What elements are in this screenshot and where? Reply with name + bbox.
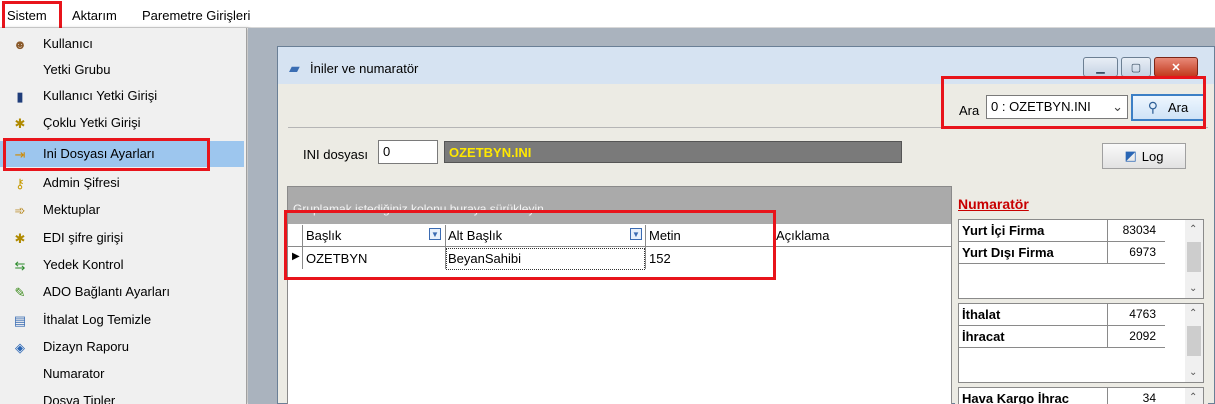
chevron-up-icon[interactable]: ⌃	[1189, 308, 1197, 319]
numerator-panel: Numaratör Yurt İçi Firma 83034 Yurt Dışı…	[955, 186, 1208, 404]
list-item[interactable]: Hava Kargo İhrac 34	[959, 388, 1186, 404]
row-pointer-icon: ▶	[292, 251, 300, 262]
search-select-value: 0 : OZETBYN.INI	[991, 99, 1091, 114]
log-clean-icon: ▤	[13, 312, 27, 328]
menu-aktarim[interactable]: Aktarım	[72, 8, 117, 23]
search-icon: ⚲	[1147, 99, 1159, 115]
numerator-list-cargo[interactable]: Hava Kargo İhrac 34 ⌃	[958, 387, 1204, 404]
scrollbar[interactable]: ⌃	[1185, 388, 1203, 404]
list-item[interactable]: Yurt İçi Firma 83034	[959, 220, 1186, 242]
close-button[interactable]: ✕	[1154, 57, 1198, 77]
column-header-metin[interactable]: Metin	[649, 228, 681, 243]
search-button-label: Ara	[1168, 100, 1189, 115]
settings-file-icon: ⇥	[14, 146, 26, 162]
cell-alt-baslik[interactable]: BeyanSahibi	[448, 251, 521, 266]
menu-item-dizayn-raporu[interactable]: ◈ Dizayn Raporu	[0, 334, 244, 360]
window-title: İniler ve numaratör	[310, 61, 419, 76]
menu-parametre-girisleri[interactable]: Paremetre Girişleri	[142, 8, 250, 23]
filter-icon[interactable]: ▼	[429, 228, 441, 240]
user-icon: ☻	[13, 36, 27, 52]
keys-icon: ✱	[14, 230, 26, 246]
ini-file-name-display: OZETBYN.INI	[444, 141, 902, 163]
log-button-label: Log	[1141, 148, 1164, 164]
menu-item-coklu-yetki-girisi[interactable]: ✱ Çoklu Yetki Girişi	[0, 110, 244, 136]
backup-icon: ⇆	[14, 257, 26, 273]
menu-item-mektuplar[interactable]: ➾ Mektuplar	[0, 197, 244, 223]
list-item[interactable]: Yurt Dışı Firma 6973	[959, 242, 1186, 264]
column-header-alt-baslik[interactable]: Alt Başlık	[448, 228, 502, 243]
key-icon: ⚷	[15, 175, 25, 191]
keys-icon: ✱	[14, 115, 26, 131]
numerator-title: Numaratör	[958, 196, 1029, 212]
chevron-up-icon[interactable]: ⌃	[1189, 224, 1197, 235]
menu-item-dosya-tipler[interactable]: Dosya Tipler	[0, 388, 244, 404]
scrollbar-thumb[interactable]	[1187, 242, 1201, 272]
menu-item-ini-dosyasi-ayarlari[interactable]: ⇥ Ini Dosyası Ayarları	[0, 141, 244, 167]
search-button[interactable]: ⚲ Ara	[1131, 94, 1205, 121]
list-item[interactable]: İhracat 2092	[959, 326, 1186, 348]
ini-file-input[interactable]: 0	[378, 140, 438, 164]
sistem-dropdown-menu: ☻ Kullanıcı Yetki Grubu ▮ Kullanıcı Yetk…	[0, 28, 247, 404]
person-icon: ▮	[16, 88, 24, 104]
column-header-baslik[interactable]: Başlık	[306, 228, 341, 243]
menu-bar: Sistem Aktarım Paremetre Girişleri	[0, 0, 1215, 28]
numerator-list-trade[interactable]: İthalat 4763 İhracat 2092 ⌃ ⌄	[958, 303, 1204, 383]
chevron-down-icon[interactable]: ⌄	[1189, 283, 1197, 294]
ini-grid: Gruplamak istediğiniz kolonu buraya sürü…	[287, 186, 952, 404]
menu-item-ithalat-log-temizle[interactable]: ▤ İthalat Log Temizle	[0, 307, 244, 333]
search-select[interactable]: 0 : OZETBYN.INI ⌄	[986, 95, 1128, 119]
log-icon: ◩	[1124, 148, 1137, 163]
menu-item-numarator[interactable]: Numarator	[0, 361, 244, 387]
log-button[interactable]: ◩ Log	[1102, 143, 1186, 169]
chevron-down-icon: ⌄	[1112, 99, 1123, 114]
connection-icon: ✎	[14, 284, 26, 300]
scrollbar-thumb[interactable]	[1187, 326, 1201, 356]
window-app-icon: ▰	[289, 60, 300, 76]
group-panel[interactable]: Gruplamak istediğiniz kolonu buraya sürü…	[288, 187, 951, 224]
chevron-down-icon[interactable]: ⌄	[1189, 367, 1197, 378]
report-icon: ◈	[15, 339, 25, 355]
menu-item-kullanici-yetki-girisi[interactable]: ▮ Kullanıcı Yetki Girişi	[0, 83, 244, 109]
cell-metin[interactable]: 152	[649, 251, 671, 266]
cell-baslik[interactable]: OZETBYN	[306, 251, 367, 266]
numerator-list-firms[interactable]: Yurt İçi Firma 83034 Yurt Dışı Firma 697…	[958, 219, 1204, 299]
menu-item-edi-sifre-girisi[interactable]: ✱ EDI şifre girişi	[0, 225, 244, 251]
menu-item-ado-baglanti-ayarlari[interactable]: ✎ ADO Bağlantı Ayarları	[0, 279, 244, 305]
list-item[interactable]: İthalat 4763	[959, 304, 1186, 326]
maximize-button[interactable]: ▢	[1121, 57, 1151, 77]
column-header-aciklama[interactable]: Açıklama	[776, 228, 829, 243]
search-label: Ara	[959, 103, 980, 118]
menu-item-kullanici[interactable]: ☻ Kullanıcı	[0, 31, 244, 57]
table-row[interactable]: ▶ OZETBYN BeyanSahibi 152	[288, 248, 951, 270]
iniler-numarator-window: ▰ İniler ve numaratör ▁ ▢ ✕ Ara 0 : OZET…	[277, 46, 1215, 404]
menu-item-yetki-grubu[interactable]: Yetki Grubu	[0, 57, 244, 83]
scrollbar[interactable]: ⌃ ⌄	[1185, 220, 1203, 298]
window-titlebar[interactable]: ▰ İniler ve numaratör ▁ ▢ ✕	[278, 47, 1214, 84]
filter-icon[interactable]: ▼	[630, 228, 642, 240]
menu-item-yedek-kontrol[interactable]: ⇆ Yedek Kontrol	[0, 252, 244, 278]
menu-sistem[interactable]: Sistem	[7, 8, 47, 23]
scrollbar[interactable]: ⌃ ⌄	[1185, 304, 1203, 382]
mail-icon: ➾	[14, 202, 26, 218]
grid-header: Başlık ▼ Alt Başlık ▼ Metin Açıklama	[288, 225, 951, 247]
toolbar-divider	[288, 127, 1208, 128]
ini-file-label: INI dosyası	[303, 147, 369, 162]
menu-item-admin-sifresi[interactable]: ⚷ Admin Şifresi	[0, 170, 244, 196]
minimize-button[interactable]: ▁	[1083, 57, 1118, 77]
chevron-up-icon[interactable]: ⌃	[1189, 392, 1197, 403]
